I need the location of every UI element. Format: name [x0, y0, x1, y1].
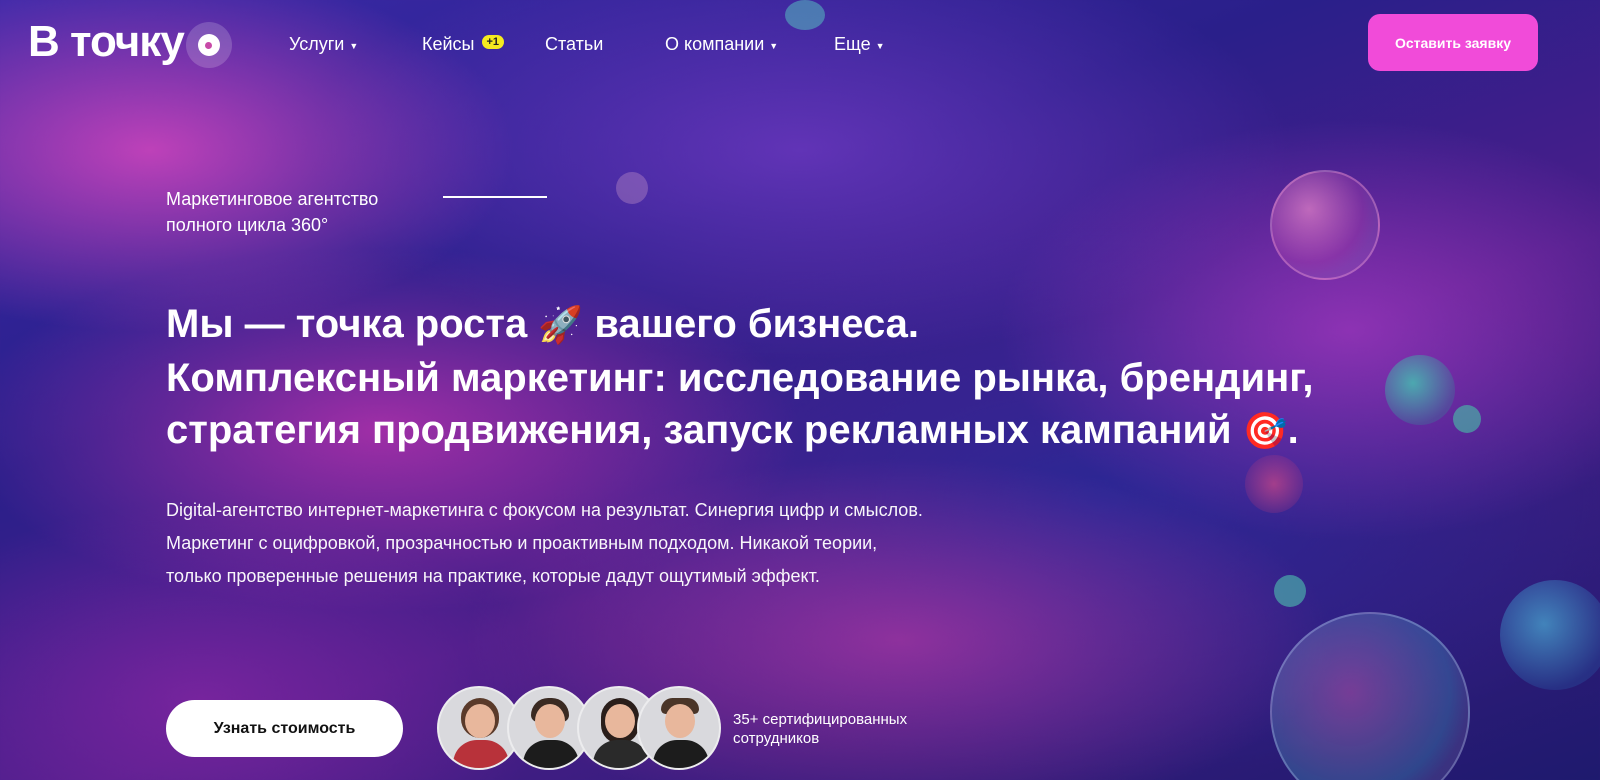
logo-text: В точку — [28, 17, 185, 66]
headline-part: Комплексный маркетинг: исследование рынк… — [166, 356, 1314, 400]
nav-item-services[interactable]: Услуги ▼ — [289, 34, 358, 55]
eyebrow-line-2: полного цикла 360° — [166, 215, 329, 235]
caret-down-icon: ▼ — [349, 41, 359, 51]
team-count-text: 35+ сертифицированных сотрудников — [733, 710, 953, 748]
caret-down-icon: ▼ — [875, 41, 885, 51]
headline-part: стратегия продвижения, запуск рекламных … — [166, 408, 1232, 452]
headline-part: . — [1287, 408, 1299, 452]
decor-bubble — [1500, 580, 1600, 690]
headline-part: Мы — точка роста — [166, 302, 528, 346]
decor-bubble — [1453, 405, 1481, 433]
nav-label: О компании — [665, 34, 765, 54]
description-line: только проверенные решения на практике, … — [166, 566, 820, 586]
team-text-line: сотрудников — [733, 730, 820, 747]
nav-label: Услуги — [289, 34, 345, 54]
caret-down-icon: ▼ — [769, 41, 779, 51]
decor-bubble — [785, 0, 825, 30]
nav-item-articles[interactable]: Статьи — [545, 34, 603, 55]
nav-item-cases[interactable]: Кейсы +1 — [422, 34, 505, 55]
submit-request-button[interactable]: Оставить заявку — [1368, 14, 1538, 71]
nav-label: Кейсы — [422, 34, 475, 54]
logo[interactable]: В точку — [28, 16, 232, 68]
eyebrow-divider — [443, 196, 547, 198]
nav-label: Еще — [834, 34, 871, 54]
nav-item-about[interactable]: О компании ▼ — [665, 34, 778, 55]
description-line: Digital-агентство интернет-маркетинга с … — [166, 500, 923, 520]
rocket-icon: 🚀 — [538, 305, 584, 346]
description-line: Маркетинг с оцифровкой, прозрачностью и … — [166, 533, 878, 553]
eyebrow-line-1: Маркетинговое агентство — [166, 189, 379, 209]
team-text-line: 35+ сертифицированных — [733, 711, 908, 728]
new-cases-badge: +1 — [481, 35, 505, 49]
decor-bubble — [1274, 575, 1306, 607]
nav-label: Статьи — [545, 34, 604, 54]
hero-headline: Мы — точка роста 🚀 вашего бизнеса. Компл… — [166, 298, 1366, 458]
headline-part: вашего бизнеса. — [594, 302, 920, 346]
team-avatars — [437, 686, 721, 770]
avatar — [637, 686, 721, 770]
decor-bubble — [1270, 612, 1470, 780]
decor-bubble — [1385, 355, 1455, 425]
get-price-button[interactable]: Узнать стоимость — [166, 700, 403, 757]
nav-item-more[interactable]: Еще ▼ — [834, 34, 885, 55]
target-icon: 🎯 — [1242, 411, 1288, 452]
logo-dot-icon — [185, 22, 232, 68]
hero-eyebrow: Маркетинговое агентство полного цикла 36… — [166, 186, 426, 238]
decor-bubble — [1245, 455, 1303, 513]
hero-description: Digital-агентство интернет-маркетинга с … — [166, 494, 1066, 593]
decor-bubble — [616, 172, 648, 204]
decor-bubble — [1270, 170, 1380, 280]
